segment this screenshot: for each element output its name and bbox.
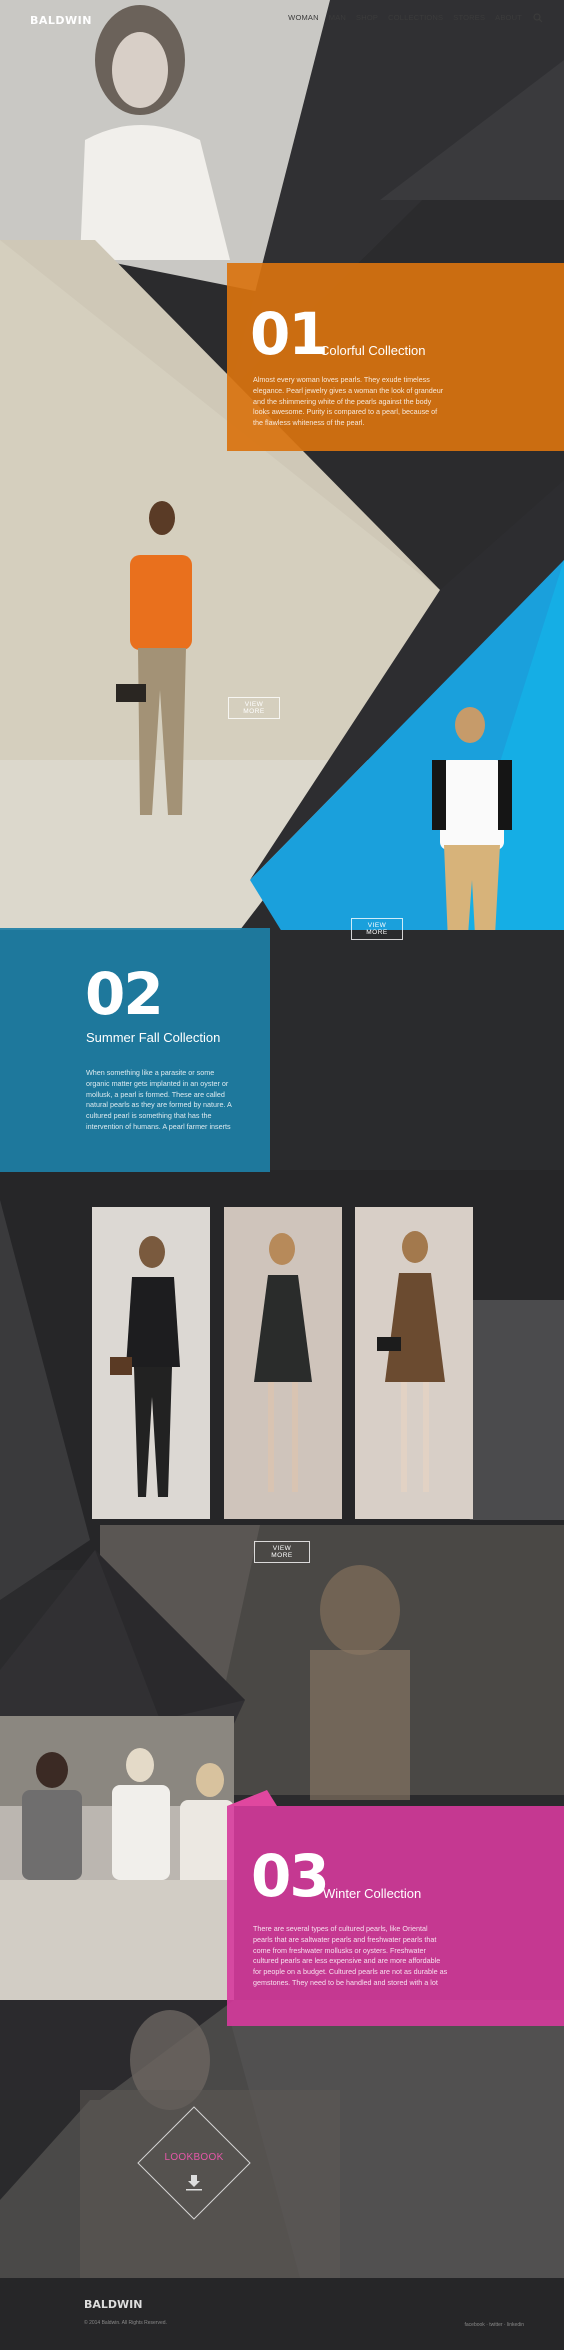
- section1-title: Colorful Collection: [320, 343, 426, 358]
- lookbook-diamond[interactable]: [136, 2105, 252, 2221]
- nav-man[interactable]: MAN: [329, 13, 346, 22]
- section3-text: There are several types of cultured pear…: [253, 1924, 448, 1987]
- product-card-3[interactable]: [355, 1207, 473, 1519]
- nav-stores[interactable]: STORES: [453, 13, 485, 22]
- product-image-2: [224, 1207, 342, 1519]
- brand-logo[interactable]: BALDWIN: [30, 14, 92, 27]
- product-image-1: [92, 1207, 210, 1519]
- section3-number: 03: [251, 1842, 330, 1910]
- section2-text: When something like a parasite or some o…: [86, 1068, 232, 1131]
- view-more-button-1[interactable]: VIEW MORE: [228, 697, 280, 719]
- section1-text: Almost every woman loves pearls. They ex…: [253, 375, 444, 428]
- nav-about[interactable]: ABOUT: [495, 13, 522, 22]
- search-icon[interactable]: [532, 11, 544, 23]
- section3-title: Winter Collection: [323, 1886, 422, 1901]
- product-card-1[interactable]: [92, 1207, 210, 1519]
- footer-copyright: © 2014 Baldwin. All Rights Reserved.: [84, 2320, 167, 2326]
- section2-number: 02: [85, 960, 164, 1028]
- nav-collections[interactable]: COLLECTIONS: [388, 13, 443, 22]
- section1-number: 01: [250, 300, 329, 368]
- page: BALDWIN WOMAN MAN SHOP COLLECTIONS STORE…: [0, 0, 564, 2350]
- view-more-button-2[interactable]: VIEW MORE: [351, 918, 403, 940]
- nav-woman[interactable]: WOMAN: [288, 13, 319, 22]
- section3-panel: [227, 1806, 564, 2026]
- nav-shop[interactable]: SHOP: [356, 13, 378, 22]
- footer-brand[interactable]: BALDWIN: [84, 2298, 142, 2311]
- lookbook-label[interactable]: LOOKBOOK: [136, 2152, 252, 2163]
- view-more-button-3[interactable]: VIEW MORE: [254, 1541, 310, 1563]
- section2-title: Summer Fall Collection: [86, 1030, 221, 1045]
- footer-social-links[interactable]: facebook · twitter · linkedin: [465, 2322, 524, 2328]
- product-card-2[interactable]: [224, 1207, 342, 1519]
- product-image-3: [355, 1207, 473, 1519]
- download-icon: [186, 2175, 202, 2191]
- footer: [0, 2278, 564, 2350]
- main-nav: WOMAN MAN SHOP COLLECTIONS STORES ABOUT: [288, 11, 544, 23]
- section3-corner: [227, 1790, 277, 1806]
